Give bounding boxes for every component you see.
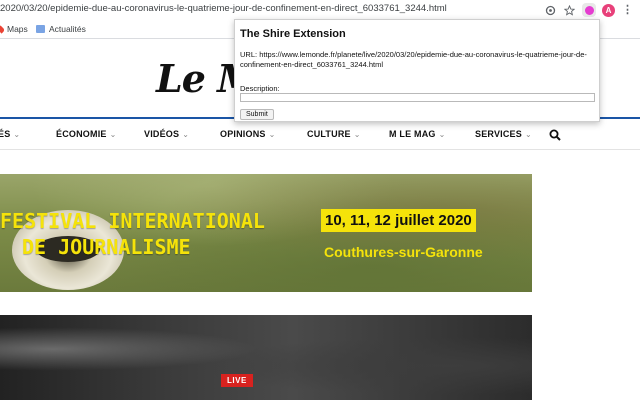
extension-badge xyxy=(584,5,594,15)
nav-item-societes[interactable]: ÉS ⌄ xyxy=(0,129,20,139)
lens-icon[interactable] xyxy=(544,4,557,17)
nav-item-videos[interactable]: VIDÉOS ⌄ xyxy=(144,129,189,139)
search-icon[interactable] xyxy=(549,128,561,141)
chevron-down-icon: ⌄ xyxy=(524,130,532,139)
nav-item-culture[interactable]: CULTURE ⌄ xyxy=(307,129,361,139)
submit-button[interactable]: Submit xyxy=(240,109,274,120)
menu-dots-icon[interactable]: ⋮ xyxy=(621,4,634,17)
extension-popup: The Shire Extension URL: https://www.lem… xyxy=(234,19,600,122)
bookmark-label: Actualités xyxy=(49,24,86,34)
profile-avatar[interactable]: A xyxy=(602,3,615,17)
toolbar-icons: A ⋮ xyxy=(544,0,640,20)
popup-url-text: URL: https://www.lemonde.fr/planete/live… xyxy=(240,50,596,69)
news-icon xyxy=(36,25,45,33)
popup-url-value: https://www.lemonde.fr/planete/live/2020… xyxy=(240,50,587,69)
nav-item-services[interactable]: SERVICES ⌄ xyxy=(475,129,532,139)
browser-toolbar: 2020/03/20/epidemie-due-au-coronavirus-l… xyxy=(0,0,640,20)
popup-title: The Shire Extension xyxy=(240,28,346,40)
banner-title-line2: DE JOURNALISME xyxy=(22,235,191,259)
nav-label: SERVICES xyxy=(475,129,522,139)
nav-label: ÉCONOMIE xyxy=(56,129,107,139)
banner-place: Couthures-sur-Garonne xyxy=(324,244,483,260)
banner-dates: 10, 11, 12 juillet 2020 xyxy=(321,209,476,232)
popup-url-label: URL: xyxy=(240,50,258,59)
nav-label: CULTURE xyxy=(307,129,351,139)
nav-label: VIDÉOS xyxy=(144,129,180,139)
chevron-down-icon: ⌄ xyxy=(13,130,21,139)
nav-item-m-le-mag[interactable]: M LE MAG ⌄ xyxy=(389,129,446,139)
chevron-down-icon: ⌄ xyxy=(438,130,446,139)
bookmark-maps[interactable]: Maps xyxy=(0,24,28,34)
description-input[interactable] xyxy=(240,93,595,102)
nav-divider xyxy=(0,149,640,150)
maps-pin-icon xyxy=(0,24,6,34)
extension-icon[interactable] xyxy=(582,3,596,17)
banner-title-line1: FESTIVAL INTERNATIONAL xyxy=(0,209,265,233)
chevron-down-icon: ⌄ xyxy=(182,130,190,139)
bookmark-actualites[interactable]: Actualités xyxy=(36,24,86,34)
nav-label: ÉS xyxy=(0,129,11,139)
description-label: Description: xyxy=(240,84,280,93)
bookmark-label: Maps xyxy=(7,24,28,34)
nav-item-economie[interactable]: ÉCONOMIE ⌄ xyxy=(56,129,117,139)
live-video-thumbnail[interactable] xyxy=(0,315,532,400)
chevron-down-icon: ⌄ xyxy=(109,130,117,139)
banner-title: FESTIVAL INTERNATIONAL DE JOURNALISME xyxy=(0,208,265,260)
nav-item-opinions[interactable]: OPINIONS ⌄ xyxy=(220,129,276,139)
live-badge: LIVE xyxy=(221,374,253,387)
chevron-down-icon: ⌄ xyxy=(268,130,276,139)
nav-label: M LE MAG xyxy=(389,129,436,139)
address-bar[interactable]: 2020/03/20/epidemie-due-au-coronavirus-l… xyxy=(0,3,447,14)
chevron-down-icon: ⌄ xyxy=(353,130,361,139)
main-nav: ÉS ⌄ ÉCONOMIE ⌄ VIDÉOS ⌄ OPINIONS ⌄ CULTURE ⌄… xyxy=(0,123,640,147)
nav-label: OPINIONS xyxy=(220,129,266,139)
star-icon[interactable] xyxy=(563,4,576,17)
